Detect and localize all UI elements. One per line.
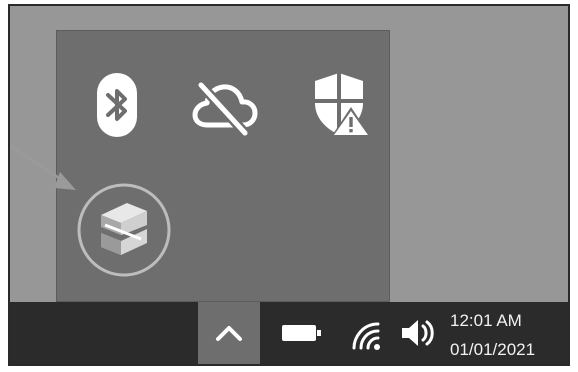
taskbar: 12:01 AM 01/01/2021 (10, 302, 568, 364)
bluetooth-icon[interactable] (81, 69, 153, 141)
wifi-icon[interactable] (350, 318, 382, 350)
clock-date: 01/01/2021 (450, 340, 536, 359)
security-warning-icon[interactable] (303, 67, 375, 139)
taskbar-clock[interactable]: 12:01 AM 01/01/2021 (442, 302, 560, 364)
chevron-up-icon (216, 326, 242, 341)
volume-icon[interactable] (400, 317, 436, 349)
cloud-offline-icon[interactable] (189, 71, 261, 143)
show-hidden-icons-button[interactable] (198, 302, 260, 364)
screenshot-frame: 12:01 AM 01/01/2021 (8, 4, 570, 366)
clock-time: 12:01 AM (450, 311, 522, 330)
app-logo-icon[interactable] (75, 181, 173, 279)
tray-overflow-flyout (56, 30, 390, 302)
battery-icon[interactable] (282, 323, 322, 343)
